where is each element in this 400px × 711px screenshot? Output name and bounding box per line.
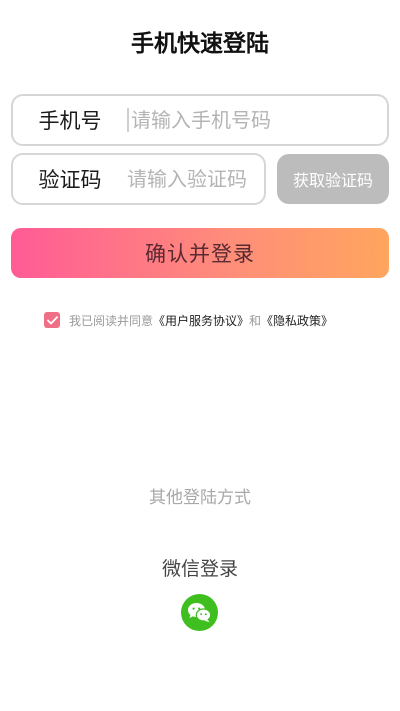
agreement-row: 我已阅读并同意 《用户服务协议》 和 《隐私政策》 — [44, 311, 333, 329]
get-code-button[interactable]: 获取验证码 — [277, 154, 389, 204]
agreement-checkbox[interactable] — [44, 312, 60, 328]
checkmark-icon — [46, 315, 58, 324]
user-agreement-link[interactable]: 《用户服务协议》 — [153, 312, 249, 329]
wechat-icon — [188, 603, 212, 623]
wechat-login-label: 微信登录 — [161, 558, 238, 580]
agreement-prefix: 我已阅读并同意 — [69, 313, 154, 328]
other-login-title: 其他登陆方式 — [149, 488, 251, 508]
wechat-login-button[interactable] — [181, 594, 218, 631]
login-page: 手机快速登陆 手机号 验证码 获取验证码 确认并登录 我已阅读并同意 《用户服务… — [0, 0, 400, 711]
code-label: 验证码 — [38, 168, 102, 192]
agreement-and: 和 — [249, 313, 262, 328]
code-field: 验证码 — [11, 153, 266, 205]
phone-field: 手机号 — [11, 94, 389, 146]
code-input[interactable] — [127, 167, 264, 191]
confirm-login-button[interactable]: 确认并登录 — [11, 228, 389, 278]
phone-label: 手机号 — [38, 109, 102, 133]
phone-input[interactable] — [127, 108, 387, 132]
privacy-policy-link[interactable]: 《隐私政策》 — [261, 312, 333, 329]
page-title: 手机快速登陆 — [131, 31, 269, 57]
